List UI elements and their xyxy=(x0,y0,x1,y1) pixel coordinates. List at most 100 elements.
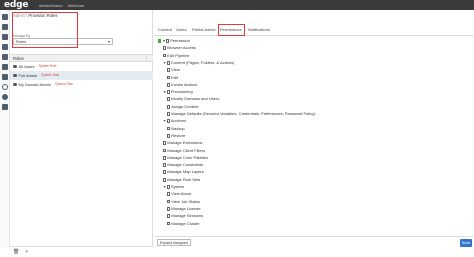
tab-notifications[interactable]: Notifications xyxy=(248,27,270,32)
tree-node-label: Manage Constraints xyxy=(167,162,204,168)
tree-node-label: Content (Pages, Folders, & Actions) xyxy=(170,59,235,65)
tree-node[interactable]: ▼ Content (Pages, Folders, & Actions) xyxy=(163,60,234,66)
document-icon xyxy=(167,97,170,102)
tree-node-label: Manage Extensions xyxy=(167,140,203,146)
tree-node[interactable]: Manage Sessions xyxy=(167,213,203,219)
tools-icon[interactable] xyxy=(2,54,8,60)
add-icon[interactable]: + xyxy=(25,249,28,255)
tree-node-label: Browser Access xyxy=(167,45,196,51)
tree-node[interactable]: Assign Content xyxy=(167,104,198,110)
document-icon xyxy=(167,199,170,204)
expand-icon[interactable]: ▼ xyxy=(162,38,165,44)
tree-node[interactable]: Manage Rule Sets xyxy=(163,177,200,183)
help-icon[interactable] xyxy=(2,104,8,110)
expand-icon[interactable]: ▼ xyxy=(163,89,166,95)
tree-node-label: Manage License xyxy=(171,205,201,211)
document-icon xyxy=(167,133,170,138)
document-icon xyxy=(167,82,170,87)
document-icon xyxy=(167,112,170,116)
clock-icon[interactable] xyxy=(2,84,8,90)
wrench-icon[interactable] xyxy=(2,64,8,70)
content-icon[interactable] xyxy=(2,34,8,40)
home-icon[interactable] xyxy=(2,14,8,20)
role-item[interactable]: All Users System Role xyxy=(10,62,153,71)
tree-node[interactable]: Manage Color Palettes xyxy=(163,155,208,161)
tree-node[interactable]: Edit xyxy=(167,75,178,81)
document-icon xyxy=(163,155,166,160)
tree-node-label: Provisioning xyxy=(170,89,193,95)
top-link-welcome[interactable]: Welcome xyxy=(68,3,85,8)
footer-bar: Expand Assigned Save xyxy=(154,236,474,247)
roles-toolbar: 🗑 + xyxy=(10,246,153,257)
tree-node[interactable]: ▼ Permission xyxy=(158,38,190,44)
tree-node[interactable]: Modify Domains and Users xyxy=(167,96,219,102)
expand-icon[interactable]: ▼ xyxy=(163,118,166,124)
tree-node-label: Permission xyxy=(170,38,190,43)
tree-node[interactable]: Manage Extensions xyxy=(163,140,202,146)
tree-node[interactable]: Browser Access xyxy=(163,45,196,51)
pages-icon[interactable] xyxy=(2,24,8,30)
tree-node[interactable]: Invoke Actions xyxy=(167,82,197,88)
role-item-selected[interactable]: Full Admin System Role xyxy=(10,71,153,80)
role-icon xyxy=(13,82,17,87)
tree-node-label: Manage Sessions xyxy=(171,213,204,219)
top-navbar: edge adminSearch Welcome xyxy=(0,0,474,10)
document-icon xyxy=(163,141,166,146)
document-icon xyxy=(163,163,166,167)
tree-node[interactable]: Edit Pipeline xyxy=(163,53,190,59)
expand-assigned-button[interactable]: Expand Assigned xyxy=(157,239,191,246)
top-link-search[interactable]: adminSearch xyxy=(39,3,63,8)
delete-icon[interactable]: 🗑 xyxy=(13,249,19,255)
settings-icon[interactable] xyxy=(2,94,8,100)
tree-node[interactable]: ▼ Provisioning xyxy=(163,89,193,95)
document-icon xyxy=(166,119,170,124)
tree-node[interactable]: Manage Cluster xyxy=(167,221,200,227)
tree-node-label: Manage Client Filters xyxy=(167,147,206,153)
document-icon xyxy=(167,214,170,219)
tree-node[interactable]: Manage Constraints xyxy=(163,162,203,168)
document-icon xyxy=(167,104,170,109)
tree-node[interactable]: ▼ Archives xyxy=(163,118,186,124)
icon-sidebar xyxy=(0,10,10,247)
tree-node-label: Manage Cluster xyxy=(171,220,200,226)
tree-node[interactable]: Manage Map Layers xyxy=(163,169,204,175)
users-icon[interactable] xyxy=(2,44,8,50)
tree-node[interactable]: View About xyxy=(167,191,191,197)
tree-node-label: Manage Defaults (Secured Variables, Cred… xyxy=(171,111,316,116)
tree-node[interactable]: ▼ System xyxy=(163,184,184,190)
tree-node-label: Backup xyxy=(171,125,185,131)
document-icon xyxy=(166,185,170,189)
tree-node[interactable]: Backup xyxy=(167,126,185,132)
tree-node[interactable]: Manage Defaults (Secured Variables, Cred… xyxy=(167,111,316,117)
tree-node[interactable]: View xyxy=(167,67,180,73)
document-icon xyxy=(165,39,169,43)
document-icon xyxy=(163,177,166,182)
expand-icon[interactable]: ▼ xyxy=(163,184,166,190)
document-icon xyxy=(167,126,170,131)
highlight-box xyxy=(218,24,245,36)
document-icon xyxy=(167,192,170,197)
save-button[interactable]: Save xyxy=(460,238,472,247)
role-item[interactable]: My Domain Admin System Role xyxy=(10,80,153,89)
tree-node[interactable]: Manage License xyxy=(167,206,201,212)
document-icon xyxy=(163,148,166,153)
tree-node-label: System xyxy=(170,184,185,189)
tab-partial-admin[interactable]: Partial Admin xyxy=(192,27,216,32)
checkbox-icon[interactable] xyxy=(158,39,162,43)
tree-node-label: View Job Status xyxy=(171,198,200,204)
document-icon xyxy=(167,206,170,211)
tree-node[interactable]: View Job Status xyxy=(167,199,200,205)
roles-panel: Admin / Provision Roles Manage By Roles … xyxy=(10,10,153,255)
tree-node[interactable]: Restore xyxy=(167,133,185,139)
document-icon xyxy=(163,170,166,175)
tree-node-label: Manage Color Palettes xyxy=(167,154,208,160)
tree-node[interactable]: Manage Client Filters xyxy=(163,148,205,154)
tree-node-label: View xyxy=(171,67,180,73)
role-icon xyxy=(13,64,17,69)
expand-icon[interactable]: ▼ xyxy=(163,60,166,66)
document-icon xyxy=(163,53,166,58)
tab-users[interactable]: Users xyxy=(176,27,186,32)
edge-logo[interactable]: edge xyxy=(0,0,34,10)
tab-content[interactable]: Content xyxy=(158,27,172,32)
link-icon[interactable] xyxy=(2,74,8,80)
